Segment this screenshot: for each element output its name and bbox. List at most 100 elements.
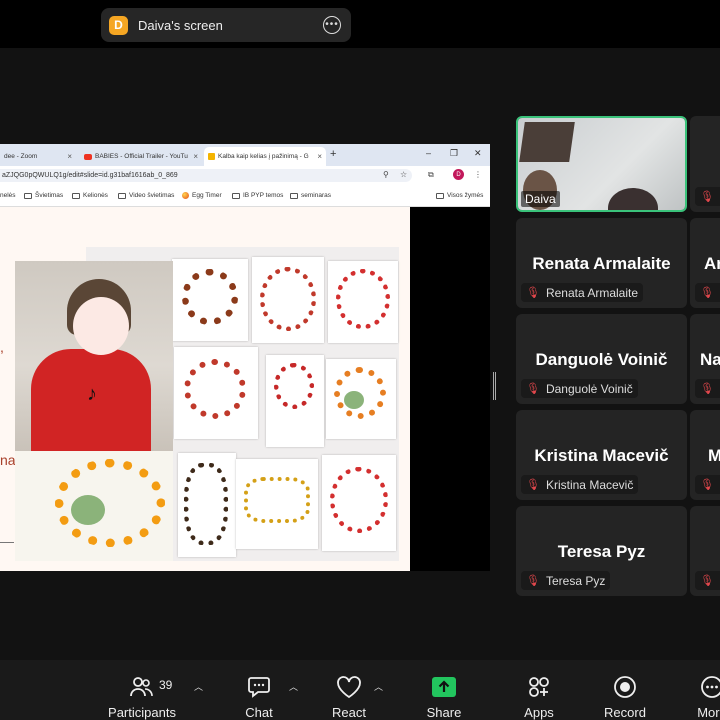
heart-wreath <box>184 359 246 419</box>
slide-edge-text: , <box>0 339 4 355</box>
close-icon[interactable]: × <box>63 152 72 161</box>
resize-handle[interactable] <box>493 372 496 400</box>
screen-share-indicator[interactable]: D Daiva's screen ••• <box>101 8 351 42</box>
participant-tile-video[interactable]: Daiva <box>516 116 687 212</box>
participant-tile[interactable]: 🎙︎V <box>690 506 720 596</box>
video-feed-object <box>519 122 575 162</box>
tab-title: BABIES - Official Trailer - YouTu <box>95 153 188 160</box>
participant-name-tag: 🎙︎M <box>695 475 720 494</box>
muted-mic-icon: 🎙︎ <box>526 287 540 299</box>
share-screen-icon <box>431 674 457 699</box>
wreath-photo <box>326 359 396 439</box>
wreath-photo <box>322 455 396 551</box>
chevron-up-icon[interactable]: ︿ <box>289 680 298 693</box>
close-icon[interactable]: × <box>189 152 198 161</box>
more-horizontal-icon[interactable]: ••• <box>323 16 341 34</box>
close-window-icon[interactable]: ✕ <box>474 148 482 159</box>
star-icon[interactable]: ☆ <box>400 170 407 179</box>
profile-avatar[interactable]: D <box>453 169 464 180</box>
divider <box>0 542 14 543</box>
participant-name-tag: 🎙︎V <box>695 571 720 590</box>
more-label: More <box>697 705 720 720</box>
bookmark-item[interactable]: Egg Timer <box>182 192 222 199</box>
bookmarks-bar: nelės Švietimas Kelionės Video švietimas… <box>0 185 490 207</box>
participant-tile[interactable]: 🎙︎G <box>690 116 720 212</box>
participant-tile[interactable]: Na 🎙︎N <box>690 314 720 404</box>
chevron-up-icon[interactable]: ︿ <box>194 680 203 693</box>
bookmark-item[interactable]: seminaras <box>290 192 331 199</box>
participant-name: Daiva <box>521 191 560 207</box>
folder-icon <box>24 192 32 199</box>
bookmark-item[interactable]: IB PYP temos <box>232 192 283 199</box>
participant-name-tag: 🎙︎G <box>695 187 720 206</box>
folder-icon <box>290 192 298 199</box>
muted-mic-icon: 🎙︎ <box>700 575 714 587</box>
new-tab-icon[interactable]: + <box>330 148 336 160</box>
participant-tile[interactable]: Danguolė Voinič 🎙︎ Danguolė Voinič <box>516 314 687 404</box>
browser-tab-youtube[interactable]: BABIES - Official Trailer - YouTu × <box>80 147 202 166</box>
wreath-photo <box>328 261 398 343</box>
react-label: React <box>332 705 366 720</box>
chat-button[interactable]: Chat <box>234 660 284 720</box>
wreath-closeup-photo <box>15 451 173 561</box>
tab-title: Kalba kaip kelias į pažinimą - G <box>218 153 309 160</box>
address-bar-row: aZJQG0pQWULQ1g/edit#slide=id.g31baf1616a… <box>0 166 490 185</box>
chat-icon <box>247 674 271 699</box>
participant-display-name: Na <box>700 350 720 369</box>
muted-mic-icon: 🎙︎ <box>526 479 540 491</box>
kebab-menu-icon[interactable]: ⋮ <box>474 170 482 179</box>
address-bar[interactable]: aZJQG0pQWULQ1g/edit#slide=id.g31baf1616a… <box>0 169 412 182</box>
participant-count: 39 <box>159 678 173 692</box>
participants-label: Participants <box>108 705 176 720</box>
bookmark-item[interactable]: Visos žymės <box>436 192 483 199</box>
participant-tile[interactable]: Renata Armalaite 🎙︎ Renata Armalaite <box>516 218 687 308</box>
bookmark-item[interactable]: Video švietimas <box>118 192 174 199</box>
wreath-photo <box>236 459 318 549</box>
bookmark-item[interactable]: Švietimas <box>24 192 63 199</box>
berry-heart <box>260 267 316 331</box>
minimize-icon[interactable]: – <box>426 148 431 158</box>
participant-tile[interactable]: Teresa Pyz 🎙︎ Teresa Pyz <box>516 506 687 596</box>
presentation-slide: , na school <box>0 207 410 571</box>
bookmark-item[interactable]: Kelionės <box>72 192 108 199</box>
seed-shape <box>184 463 228 545</box>
participant-name-tag: 🎙︎N <box>695 379 720 398</box>
share-label: Share <box>426 705 462 720</box>
extensions-icon[interactable]: ⧉ <box>428 170 434 180</box>
participant-tile[interactable]: Kristina Macevič 🎙︎ Kristina Macevič <box>516 410 687 500</box>
chevron-up-icon[interactable]: ︿ <box>374 680 383 693</box>
bookmark-item[interactable]: nelės <box>0 192 16 199</box>
child-photo: ♪ <box>15 261 173 451</box>
participant-display-name: Danguolė Voinič <box>535 350 668 369</box>
slides-icon <box>208 153 215 160</box>
meeting-toolbar: Participants 39 ︿ Chat ︿ React ︿ Share A… <box>0 660 720 720</box>
apps-button[interactable]: Apps <box>514 660 564 720</box>
wreath-photo <box>174 347 258 439</box>
browser-tab-zoom[interactable]: dee - Zoom × <box>0 147 76 166</box>
participant-display-name: Kristina Macevič <box>534 446 669 465</box>
participant-tile[interactable]: M 🎙︎M <box>690 410 720 500</box>
participant-display-name: Teresa Pyz <box>557 542 646 561</box>
chat-label: Chat <box>245 705 273 720</box>
share-button[interactable]: Share <box>419 660 469 720</box>
close-icon[interactable]: × <box>313 152 322 161</box>
slide-letterbox <box>410 207 490 571</box>
record-button[interactable]: Record <box>598 660 652 720</box>
small-wreath <box>274 363 314 409</box>
wreath-photo <box>172 259 248 341</box>
search-icon[interactable]: ⚲ <box>383 170 389 179</box>
browser-tab-slides[interactable]: Kalba kaip kelias į pažinimą - G × <box>204 147 326 166</box>
shared-screen: dee - Zoom × BABIES - Official Trailer -… <box>0 144 490 571</box>
chestnut-wreath <box>182 269 238 325</box>
folder-icon <box>436 192 444 199</box>
muted-mic-icon: 🎙︎ <box>700 287 714 299</box>
slide-edge-text: na <box>0 452 16 468</box>
participant-name-tag: 🎙︎ Renata Armalaite <box>521 283 644 302</box>
more-button[interactable]: More <box>690 660 720 720</box>
share-label: Daiva's screen <box>138 17 223 33</box>
tab-title: dee - Zoom <box>4 153 38 160</box>
shirt-logo: ♪ <box>87 383 97 405</box>
participant-tile[interactable]: Ar 🎙︎A <box>690 218 720 308</box>
react-button[interactable]: React <box>324 660 374 720</box>
restore-icon[interactable]: ❐ <box>450 148 458 159</box>
